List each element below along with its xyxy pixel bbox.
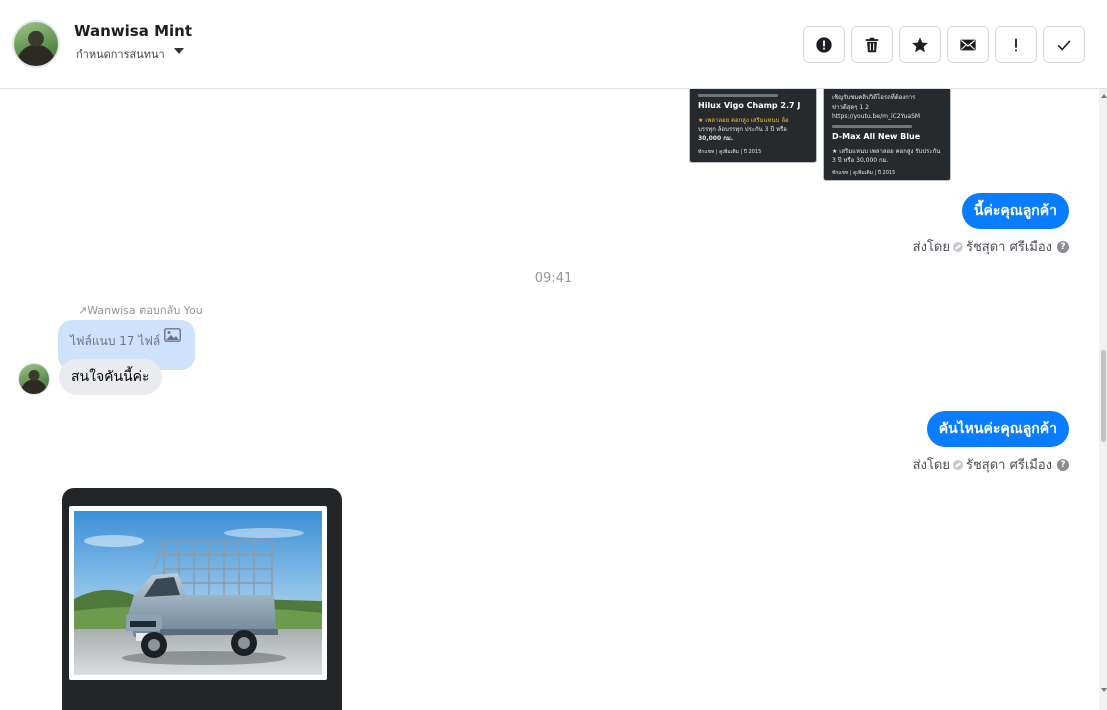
sent-by-line: ส่งโดย รัชสุดา ศรีเมือง ?	[913, 236, 1069, 257]
conversation-schedule-label[interactable]: กำหนดการสนทนา	[76, 45, 165, 63]
contact-avatar[interactable]	[12, 20, 60, 68]
sent-by-line: ส่งโดย รัชสุดา ศรีเมือง ?	[913, 454, 1069, 475]
alert-circle-icon	[816, 36, 832, 53]
image-attachment[interactable]	[62, 488, 342, 710]
messenger-app: Wanwisa Mint กำหนดการสนทนา Hilux Vigo Ch…	[0, 0, 1107, 710]
incoming-message[interactable]: สนใจคันนี้ค่ะ	[59, 359, 162, 395]
verified-icon	[952, 459, 963, 470]
conversation-header: Wanwisa Mint กำหนดการสนทนา	[0, 0, 1107, 89]
thumbnail-footer: ทักแชท | ดูเพิ่มเติม | ปี 2015	[698, 149, 762, 155]
sender-avatar[interactable]	[18, 363, 50, 395]
thumbnail-title: Hilux Vigo Champ 2.7 J	[698, 101, 801, 110]
time-separator: 09:41	[534, 271, 573, 286]
scroll-up-arrow-icon[interactable]	[1101, 94, 1107, 98]
exclamation-icon	[1015, 38, 1017, 51]
reply-note: ↗Wanwisa ตอบกลับ You	[78, 301, 203, 319]
message-list[interactable]: Hilux Vigo Champ 2.7 J ★ เพลาลอย คอกสูง …	[0, 89, 1107, 710]
help-icon[interactable]: ?	[1057, 240, 1069, 253]
thumbnail-text-line	[698, 94, 778, 97]
important-button[interactable]	[995, 26, 1037, 63]
car-photo[interactable]	[74, 511, 322, 675]
image-frame	[69, 506, 327, 680]
envelope-icon	[960, 39, 976, 50]
verified-icon	[952, 241, 963, 252]
pickup-truck-image	[74, 511, 322, 675]
mail-button[interactable]	[947, 26, 989, 63]
attachment-thumbnail-hilux[interactable]: Hilux Vigo Champ 2.7 J ★ เพลาลอย คอกสูง …	[689, 89, 817, 163]
attachment-thumbnail-dmax[interactable]: เชิญรับชมคลิปวิดีโอรถที่ต้องการ ข่าวดีสุ…	[823, 89, 951, 181]
done-button[interactable]	[1043, 26, 1085, 63]
outgoing-message[interactable]: คันไหนค่ะคุณลูกค้า	[926, 411, 1069, 447]
thumbnail-text-line	[832, 125, 912, 128]
star-icon	[912, 36, 928, 52]
thumbnail-footer: ทักแชท | ดูเพิ่มเติม | ปี 2015	[832, 170, 896, 176]
delete-button[interactable]	[851, 26, 893, 63]
image-icon	[164, 328, 181, 342]
caret-down-icon[interactable]	[174, 48, 184, 54]
thumbnail-line: เชิญรับชมคลิปวิดีโอรถที่ต้องการ	[832, 94, 916, 101]
sender-name: รัชสุดา ศรีเมือง	[965, 240, 1052, 255]
check-icon	[1057, 39, 1071, 51]
thumbnail-line: 30,000 กม.	[698, 135, 734, 142]
help-icon[interactable]: ?	[1057, 458, 1069, 471]
quoted-message-text: ไฟล์แนบ 17 ไฟล์	[70, 334, 161, 348]
scroll-down-arrow-icon[interactable]	[1101, 688, 1107, 692]
star-button[interactable]	[899, 26, 941, 63]
sent-by-label: ส่งโดย	[912, 240, 950, 255]
reply-note-text: Wanwisa ตอบกลับ You	[87, 304, 203, 317]
thumbnail-link: https://youtu.be/m_iC2YuaSM	[832, 113, 921, 120]
sender-name: รัชสุดา ศรีเมือง	[965, 458, 1052, 473]
reply-arrow-icon: ↗	[78, 304, 88, 317]
trash-icon	[865, 37, 879, 52]
outgoing-message[interactable]: นี้ค่ะคุณลูกค้า	[961, 193, 1069, 229]
contact-name[interactable]: Wanwisa Mint	[74, 22, 192, 40]
scrollbar-thumb[interactable]	[1101, 350, 1106, 442]
report-button[interactable]	[803, 26, 845, 63]
thumbnail-title: D-Max All New Blue	[832, 132, 921, 141]
thumbnail-line: 3 ปี หรือ 30,000 กม.	[832, 157, 889, 164]
sent-by-label: ส่งโดย	[912, 458, 950, 473]
thumbnail-line: ข่าวดีสุดๆ 1 2	[832, 104, 869, 111]
